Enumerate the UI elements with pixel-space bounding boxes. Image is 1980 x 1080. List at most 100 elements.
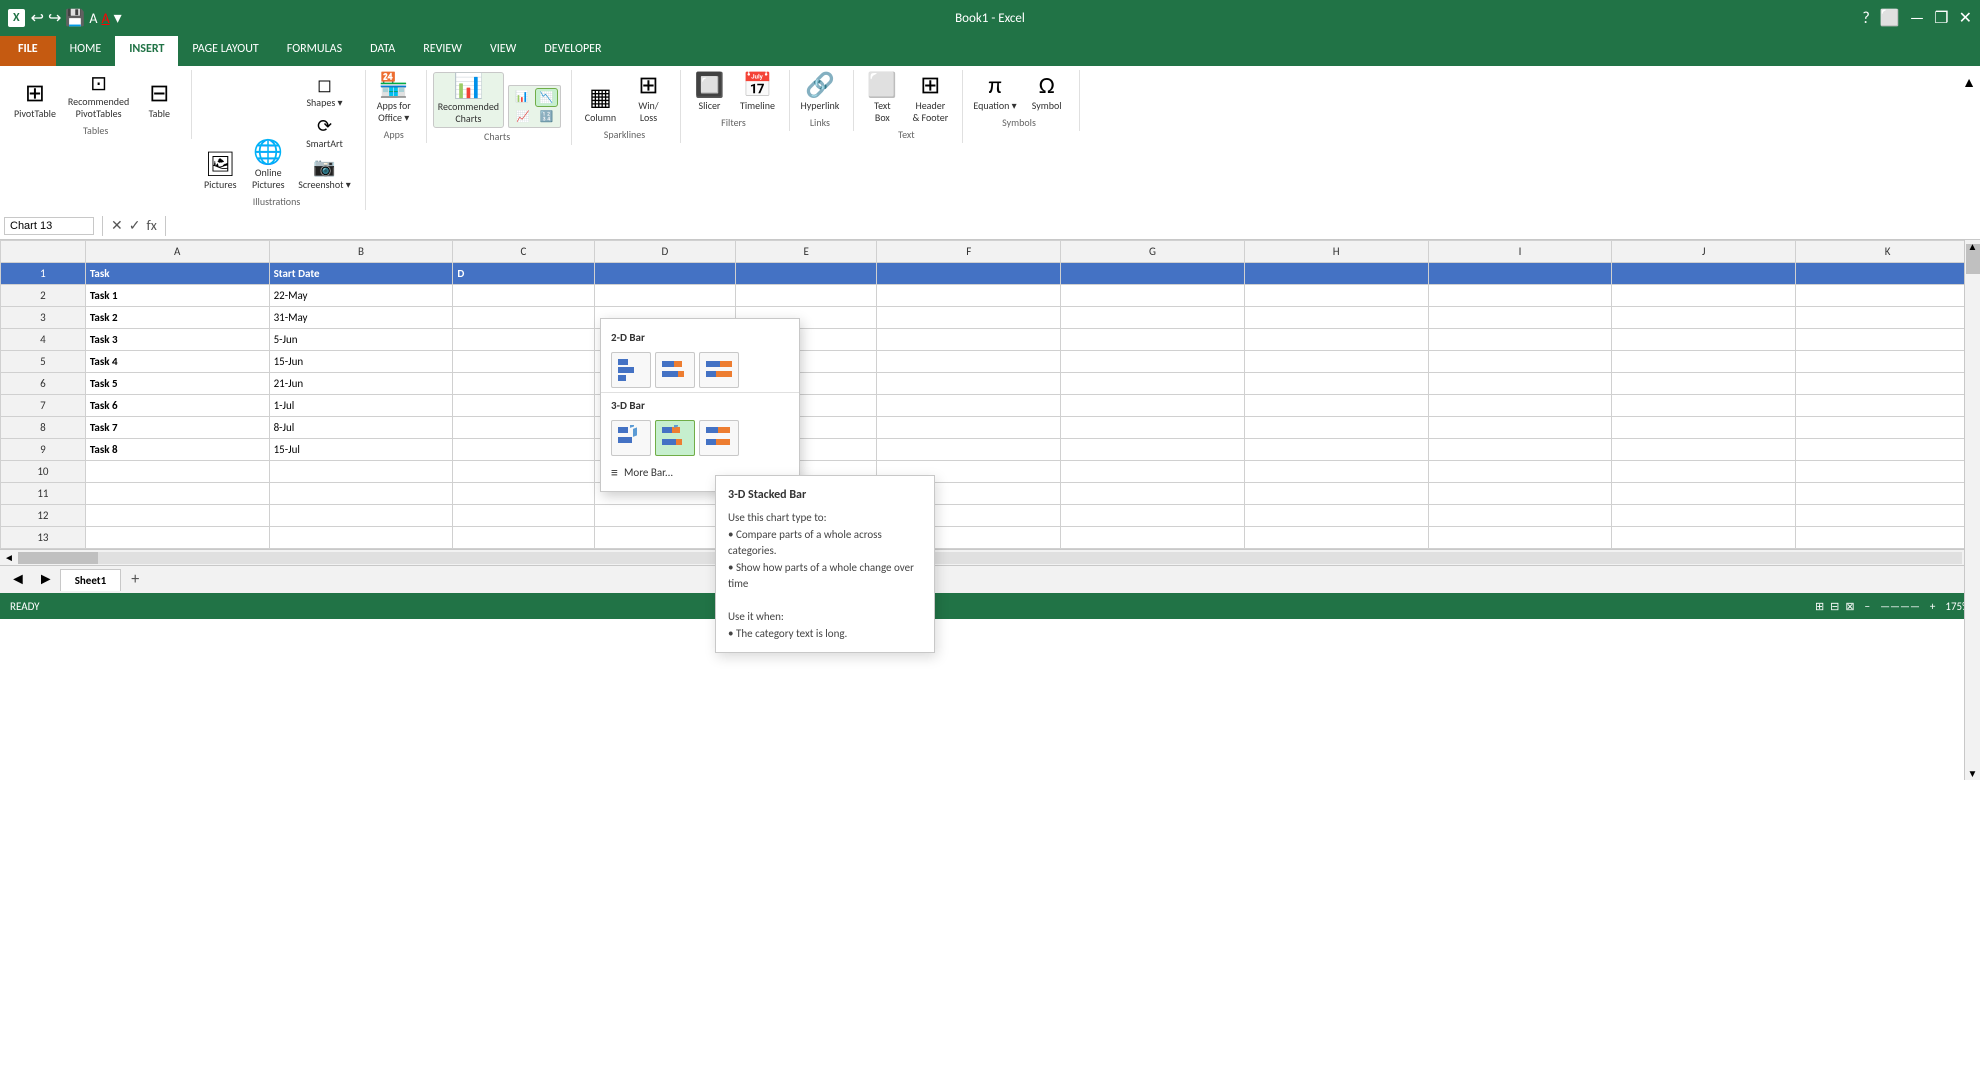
cell-J9[interactable]: [1612, 439, 1796, 461]
cell-K3[interactable]: [1796, 307, 1980, 329]
col-header-a[interactable]: A: [85, 241, 269, 263]
cell-G10[interactable]: [1061, 461, 1245, 483]
shapes-button[interactable]: ◻ Shapes ▾: [294, 72, 354, 111]
2d-stacked-bar-button[interactable]: [655, 352, 695, 388]
row-number-5[interactable]: 5: [1, 351, 86, 373]
screenshot-button[interactable]: 📷 Screenshot ▾: [294, 154, 354, 193]
ribbon-display-button[interactable]: ⬜: [1880, 8, 1900, 28]
row-number-9[interactable]: 9: [1, 439, 86, 461]
cell-J13[interactable]: [1612, 527, 1796, 549]
cell-B6[interactable]: 21-Jun: [269, 373, 453, 395]
cell-I10[interactable]: [1428, 461, 1612, 483]
redo-button[interactable]: ↪: [48, 8, 61, 28]
row-number-3[interactable]: 3: [1, 307, 86, 329]
cell-D2[interactable]: [594, 285, 735, 307]
font-color-button[interactable]: A: [101, 10, 109, 27]
cell-K11[interactable]: [1796, 483, 1980, 505]
cell-G2[interactable]: [1061, 285, 1245, 307]
cell-J6[interactable]: [1612, 373, 1796, 395]
cell-A1[interactable]: Task: [85, 263, 269, 285]
row-number-2[interactable]: 2: [1, 285, 86, 307]
cell-A7[interactable]: Task 6: [85, 395, 269, 417]
cell-K2[interactable]: [1796, 285, 1980, 307]
col-header-i[interactable]: I: [1428, 241, 1612, 263]
cell-F5[interactable]: [877, 351, 1061, 373]
cell-B1[interactable]: Start Date: [269, 263, 453, 285]
cell-G8[interactable]: [1061, 417, 1245, 439]
cell-F7[interactable]: [877, 395, 1061, 417]
2d-cluster-bar-button[interactable]: [611, 352, 651, 388]
table-button[interactable]: ⊟ Table: [137, 80, 181, 122]
cell-B12[interactable]: [269, 505, 453, 527]
apps-for-office-button[interactable]: 🏪 Apps forOffice ▾: [372, 72, 416, 126]
scroll-sheets-right[interactable]: ►: [32, 570, 60, 589]
scrollbar-thumb-h[interactable]: [18, 552, 98, 564]
cell-F6[interactable]: [877, 373, 1061, 395]
undo-button[interactable]: ↩: [31, 8, 44, 28]
online-pictures-button[interactable]: 🌐 OnlinePictures: [246, 139, 290, 193]
cell-I8[interactable]: [1428, 417, 1612, 439]
cell-I12[interactable]: [1428, 505, 1612, 527]
cell-A4[interactable]: Task 3: [85, 329, 269, 351]
zoom-in-button[interactable]: +: [1930, 600, 1935, 613]
cell-I3[interactable]: [1428, 307, 1612, 329]
cell-I7[interactable]: [1428, 395, 1612, 417]
cell-G5[interactable]: [1061, 351, 1245, 373]
cell-A10[interactable]: [85, 461, 269, 483]
col-header-h[interactable]: H: [1244, 241, 1428, 263]
pivottable-button[interactable]: ⊞ PivotTable: [10, 80, 60, 122]
cell-K9[interactable]: [1796, 439, 1980, 461]
tab-formulas[interactable]: FORMULAS: [273, 36, 356, 66]
cell-H13[interactable]: [1244, 527, 1428, 549]
cell-C4[interactable]: [453, 329, 594, 351]
cell-K12[interactable]: [1796, 505, 1980, 527]
cell-K8[interactable]: [1796, 417, 1980, 439]
cell-F4[interactable]: [877, 329, 1061, 351]
cell-K4[interactable]: [1796, 329, 1980, 351]
vertical-scrollbar[interactable]: ▼ ▲: [1964, 240, 1980, 780]
column-sparkline-button[interactable]: ▦ Column: [578, 84, 622, 126]
cell-F3[interactable]: [877, 307, 1061, 329]
slicer-button[interactable]: 🔲 Slicer: [687, 72, 731, 114]
quick-access-more[interactable]: ▾: [114, 8, 122, 28]
col-header-e[interactable]: E: [736, 241, 877, 263]
cell-A2[interactable]: Task 1: [85, 285, 269, 307]
cell-F8[interactable]: [877, 417, 1061, 439]
cell-K1[interactable]: [1796, 263, 1980, 285]
row-number-6[interactable]: 6: [1, 373, 86, 395]
col-header-k[interactable]: K: [1796, 241, 1980, 263]
cell-J1[interactable]: [1612, 263, 1796, 285]
cell-B10[interactable]: [269, 461, 453, 483]
normal-view-button[interactable]: ⊞: [1815, 600, 1824, 613]
font-size-up-button[interactable]: A: [89, 10, 97, 27]
line-chart-button[interactable]: 📈: [512, 108, 534, 125]
cell-J2[interactable]: [1612, 285, 1796, 307]
collapse-ribbon-button[interactable]: ▲: [1962, 74, 1976, 91]
cell-I5[interactable]: [1428, 351, 1612, 373]
cell-I1[interactable]: [1428, 263, 1612, 285]
cell-J5[interactable]: [1612, 351, 1796, 373]
tab-insert[interactable]: INSERT: [115, 36, 178, 66]
cell-F1[interactable]: [877, 263, 1061, 285]
symbol-button[interactable]: Ω Symbol: [1025, 72, 1069, 114]
header-footer-button[interactable]: ⊞ Header& Footer: [908, 72, 952, 126]
cell-H6[interactable]: [1244, 373, 1428, 395]
cell-I11[interactable]: [1428, 483, 1612, 505]
cell-A8[interactable]: Task 7: [85, 417, 269, 439]
cell-E2[interactable]: [736, 285, 877, 307]
name-box[interactable]: Chart 13: [4, 217, 94, 235]
cell-B4[interactable]: 5-Jun: [269, 329, 453, 351]
maximize-button[interactable]: ❐: [1934, 8, 1948, 28]
close-button[interactable]: ✕: [1959, 8, 1972, 28]
formula-input[interactable]: [174, 218, 1976, 234]
confirm-formula-button[interactable]: ✓: [129, 217, 141, 234]
cell-B11[interactable]: [269, 483, 453, 505]
tab-page-layout[interactable]: PAGE LAYOUT: [178, 36, 272, 66]
page-layout-view-button[interactable]: ⊟: [1830, 600, 1839, 613]
cell-J11[interactable]: [1612, 483, 1796, 505]
cell-A11[interactable]: [85, 483, 269, 505]
row-number-8[interactable]: 8: [1, 417, 86, 439]
cell-C5[interactable]: [453, 351, 594, 373]
cell-G6[interactable]: [1061, 373, 1245, 395]
cell-C6[interactable]: [453, 373, 594, 395]
